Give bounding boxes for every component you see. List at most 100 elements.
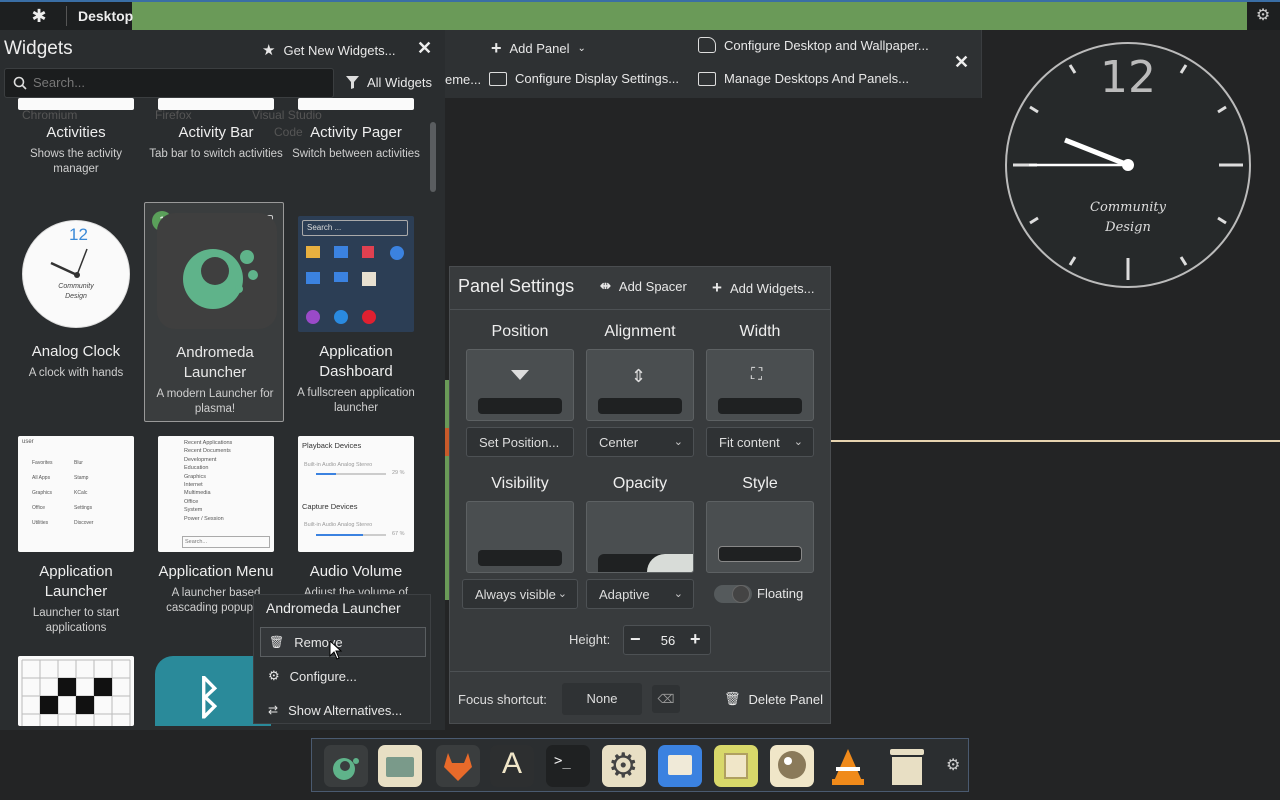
- manage-desktops-button[interactable]: Manage Desktops And Panels...: [698, 71, 909, 86]
- theme-button[interactable]: eme...: [445, 72, 481, 87]
- alignment-picker[interactable]: ⇕: [586, 349, 694, 421]
- widget-desc: A modern Launcher for plasma!: [156, 388, 274, 415]
- widget-desc: A fullscreen application launcher: [297, 387, 415, 414]
- gear-icon[interactable]: ⚙: [1252, 5, 1274, 27]
- scrollbar[interactable]: [430, 122, 436, 192]
- desktop-edit-toolbar: + Add Panel ⌄ eme... Configure Display S…: [445, 30, 982, 98]
- gear-icon[interactable]: ⚙: [946, 755, 960, 775]
- all-widgets-filter[interactable]: All Widgets: [346, 75, 432, 90]
- thumb-text: Recent Applications: [184, 440, 233, 446]
- widget-activities[interactable]: Activities Shows the activity manager: [8, 123, 144, 177]
- gitlab-icon[interactable]: [436, 745, 480, 787]
- wallpaper-icon: [698, 37, 716, 53]
- widget-name: Activity Pager: [310, 124, 402, 141]
- terminal-icon[interactable]: >_: [546, 745, 590, 787]
- text-editor-icon[interactable]: A: [490, 745, 534, 787]
- style-picker[interactable]: [706, 501, 814, 573]
- height-label: Height:: [569, 632, 611, 647]
- chevron-down-icon: ⌄: [577, 43, 586, 54]
- visibility-select[interactable]: Always visible ⌄: [462, 579, 578, 609]
- thumb-text: Favorites: [32, 460, 53, 466]
- widget-name: Activities: [46, 124, 106, 141]
- settings-icon[interactable]: ⚙: [602, 745, 646, 787]
- widget-analog-clock[interactable]: Analog Clock A clock with hands: [8, 342, 144, 381]
- focus-shortcut-button[interactable]: None: [562, 683, 642, 715]
- spacer-icon: ⇹: [600, 278, 611, 293]
- screenshot-icon[interactable]: [658, 745, 702, 787]
- opacity-select[interactable]: Adaptive ⌄: [586, 579, 694, 609]
- set-position-button[interactable]: Set Position...: [466, 427, 574, 457]
- add-panel-button[interactable]: + Add Panel ⌄: [491, 38, 586, 59]
- filter-icon: [346, 76, 359, 89]
- width-value: Fit content: [719, 435, 780, 450]
- floating-toggle[interactable]: [714, 585, 752, 603]
- delete-panel-button[interactable]: 🗑 Delete Panel: [724, 691, 823, 707]
- thumb-search: Search...: [182, 536, 270, 548]
- manage-desktops-label: Manage Desktops And Panels...: [724, 71, 910, 86]
- image-viewer-icon[interactable]: [714, 745, 758, 787]
- configure-label: Configure...: [289, 668, 357, 684]
- thumb-slider: [316, 473, 386, 475]
- search-input[interactable]: [33, 75, 323, 90]
- minus-icon[interactable]: −: [630, 629, 641, 650]
- widget-activity-bar[interactable]: Activity Bar Tab bar to switch activitie…: [148, 123, 284, 162]
- file-manager-icon[interactable]: [378, 745, 422, 787]
- trash-icon[interactable]: [884, 745, 928, 787]
- width-picker[interactable]: ⛶: [706, 349, 814, 421]
- toggle-knob: [732, 585, 750, 603]
- thumb-menu: Recent Applications Recent Documents Dev…: [184, 439, 232, 523]
- ghost-label: Chromium: [22, 108, 78, 122]
- analog-clock-widget[interactable]: 12 Community Design: [1005, 42, 1251, 288]
- remove-menu-item[interactable]: 🗑 Remove: [260, 627, 426, 657]
- app-tile: [306, 246, 320, 258]
- thumb-text: Blur: [74, 460, 83, 466]
- thumb-text: Recent Documents: [184, 448, 231, 455]
- opacity-picker[interactable]: [586, 501, 694, 573]
- widget-desc: Tab bar to switch activities: [149, 148, 283, 160]
- ghost-label: Firefox: [155, 108, 192, 122]
- app-tile: [306, 310, 320, 324]
- widget-application-dashboard[interactable]: Application Dashboard A fullscreen appli…: [288, 342, 424, 416]
- thumb-text: user: [22, 439, 34, 445]
- height-stepper[interactable]: − 56 +: [623, 625, 711, 655]
- trash-icon: 🗑: [724, 691, 741, 706]
- widget-name: Application Dashboard: [319, 343, 393, 380]
- width-select[interactable]: Fit content ⌄: [706, 427, 814, 457]
- app-dashboard-thumbnail: Search ...: [298, 216, 414, 332]
- style-label: Style: [742, 475, 778, 492]
- close-icon[interactable]: ✕: [417, 38, 432, 59]
- widget-andromeda-launcher[interactable]: 1 🗑 Andromeda Launcher A modern Launcher…: [144, 202, 284, 422]
- widget-name: Application Menu: [158, 563, 274, 580]
- add-widgets-button[interactable]: + Add Widgets...: [712, 278, 814, 298]
- vlc-icon[interactable]: [826, 745, 870, 787]
- show-alternatives-menu-item[interactable]: ⇄ Show Alternatives...: [260, 695, 426, 725]
- thumb-text: Capture Devices: [302, 502, 358, 511]
- plus-icon: +: [491, 38, 502, 58]
- kde-logo-icon[interactable]: ✱: [28, 5, 50, 27]
- widget-activity-pager[interactable]: Activity Pager Switch between activities: [288, 123, 424, 162]
- app-tile: [390, 246, 404, 260]
- thumb-items: Blur Stamp KCalc Settings Discover: [74, 456, 93, 531]
- get-new-widgets-button[interactable]: ★ Get New Widgets...: [262, 41, 395, 59]
- configure-desktop-button[interactable]: Configure Desktop and Wallpaper...: [698, 37, 929, 53]
- alignment-select[interactable]: Center ⌄: [586, 427, 694, 457]
- visibility-picker[interactable]: [466, 501, 574, 573]
- clear-shortcut-icon[interactable]: ⌫: [652, 685, 680, 713]
- search-field[interactable]: [4, 68, 334, 98]
- position-picker[interactable]: [466, 349, 574, 421]
- thumb-text: Multimedia: [184, 490, 211, 497]
- visibility-label: Visibility: [491, 475, 549, 492]
- height-value[interactable]: 56: [654, 633, 682, 648]
- close-icon[interactable]: ✕: [954, 52, 969, 73]
- gimp-icon[interactable]: [770, 745, 814, 787]
- thumb-text: Internet: [184, 482, 203, 489]
- widget-name: Activity Bar: [178, 124, 254, 141]
- configure-menu-item[interactable]: ⚙ Configure...: [260, 661, 426, 691]
- configure-display-button[interactable]: Configure Display Settings...: [489, 71, 679, 86]
- plus-icon[interactable]: +: [690, 629, 701, 650]
- andromeda-launcher-icon[interactable]: [324, 745, 368, 787]
- thumb-text: All Apps: [32, 475, 51, 481]
- add-panel-label: Add Panel: [509, 41, 570, 56]
- add-spacer-button[interactable]: ⇹ Add Spacer: [600, 278, 687, 294]
- widget-application-launcher[interactable]: Application Launcher Launcher to start a…: [8, 562, 144, 636]
